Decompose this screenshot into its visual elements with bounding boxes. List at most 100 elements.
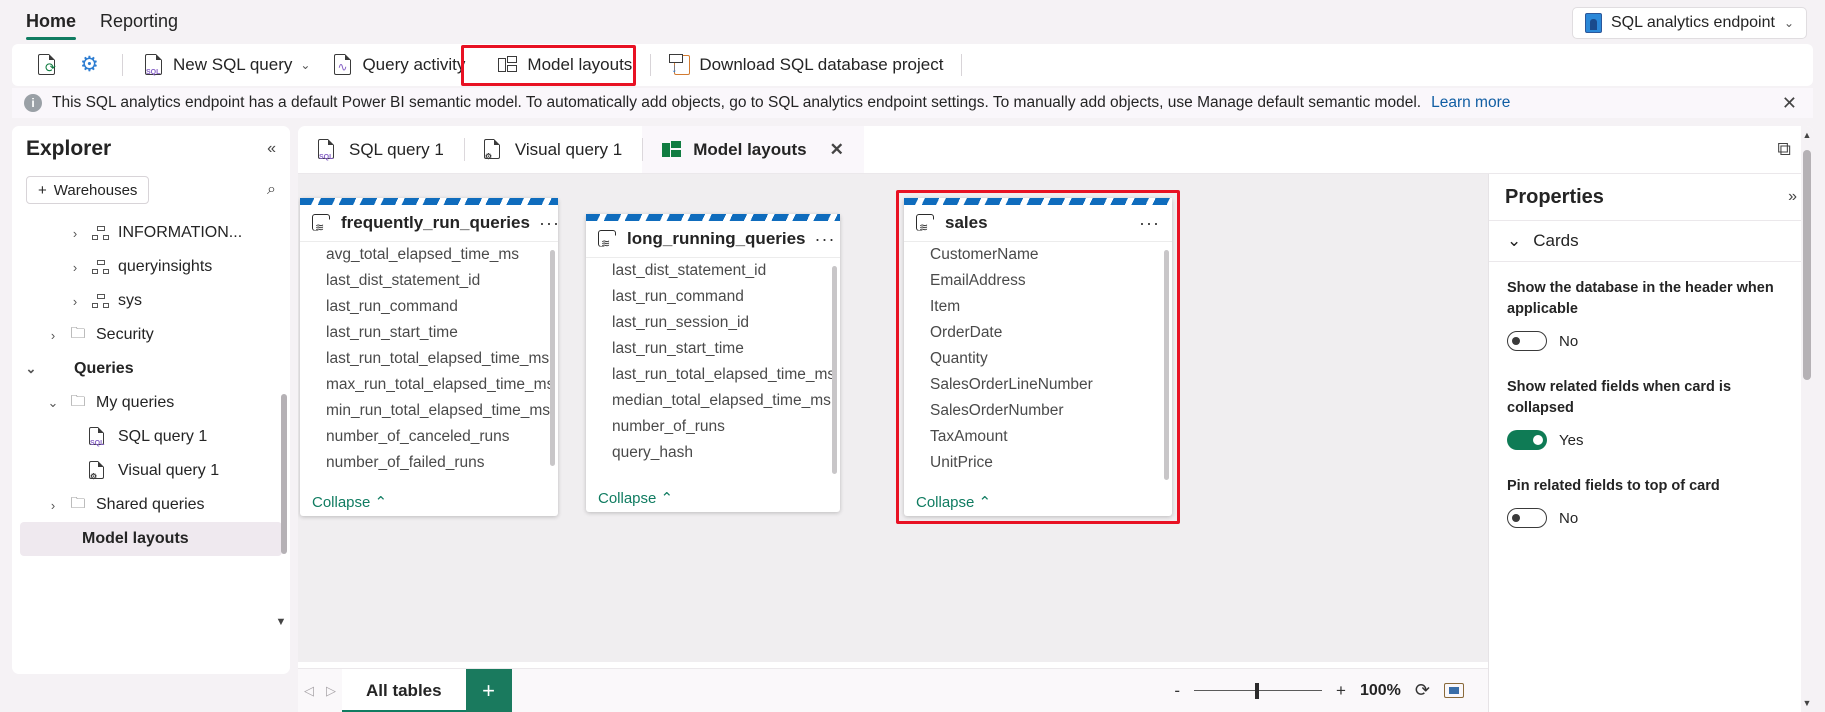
chevron-icon[interactable]: › xyxy=(68,260,82,275)
editor-tab-sql-query-1[interactable]: SQL SQL query 1 xyxy=(298,126,464,173)
chevron-icon[interactable]: ⌄ xyxy=(24,361,38,377)
copy-icon[interactable]: ⧉ xyxy=(1777,139,1791,161)
endpoint-selector[interactable]: SQL analytics endpoint ⌄ xyxy=(1571,7,1807,39)
card-field-list[interactable]: last_dist_statement_id last_run_command la… xyxy=(586,257,840,484)
card-field[interactable]: min_run_total_elapsed_time_ms xyxy=(300,398,558,424)
explorer-item-information[interactable]: › INFORMATION... xyxy=(12,216,290,250)
card-field[interactable]: number_of_failed_runs xyxy=(300,450,558,476)
ribbon-tab-home[interactable]: Home xyxy=(14,0,88,46)
close-icon[interactable]: ✕ xyxy=(1778,93,1801,114)
card-field[interactable]: Item xyxy=(904,294,1172,320)
card-field[interactable]: query_hash xyxy=(586,440,840,466)
zoom-slider[interactable] xyxy=(1194,682,1323,699)
card-field[interactable]: last_run_session_id xyxy=(586,310,840,336)
download-sql-database-project-button[interactable]: ↓ Download SQL database project xyxy=(659,48,953,82)
ribbon-tab-reporting[interactable]: Reporting xyxy=(88,0,190,46)
card-field[interactable]: OrderDate xyxy=(904,320,1172,346)
explorer-scrollbar-thumb[interactable] xyxy=(281,394,287,554)
close-icon[interactable]: ✕ xyxy=(830,140,844,160)
collapse-panel-icon[interactable]: « xyxy=(267,140,276,158)
card-field[interactable]: last_run_total_elapsed_time_ms xyxy=(586,362,840,388)
card-collapse-link[interactable]: Collapse ⌃ xyxy=(916,493,991,511)
expand-panel-icon[interactable]: » xyxy=(1788,188,1797,206)
card-field-list[interactable]: CustomerName EmailAddress Item OrderDate Qua… xyxy=(904,241,1172,488)
explorer-item-queries[interactable]: ⌄ Queries xyxy=(12,352,290,386)
explorer-item-shared-queries[interactable]: › 🗀 Shared queries xyxy=(12,488,290,522)
table-card-frequently_run_queries[interactable]: ≋ frequently_run_queries ··· avg_total_elap… xyxy=(300,198,560,516)
chevron-icon[interactable]: › xyxy=(68,226,82,241)
explorer-item-my-queries[interactable]: ⌄ 🗀 My queries xyxy=(12,386,290,420)
card-field[interactable]: last_run_total_elapsed_time_ms xyxy=(300,346,558,372)
reset-icon[interactable]: ⟳ xyxy=(1415,680,1430,701)
card-field[interactable]: last_dist_statement_id xyxy=(586,258,840,284)
zoom-in-button[interactable]: + xyxy=(1336,681,1346,701)
card-scrollbar-thumb[interactable] xyxy=(550,250,555,466)
editor-right-scrollbar[interactable]: ▲ ▼ xyxy=(1801,126,1813,712)
next-sheet-icon[interactable]: ▷ xyxy=(320,683,342,699)
search-icon[interactable]: ⌕ xyxy=(267,181,276,199)
chevron-icon[interactable]: › xyxy=(46,498,60,513)
card-field[interactable]: last_run_command xyxy=(300,294,558,320)
toggle-switch[interactable] xyxy=(1507,508,1547,529)
card-field[interactable]: SalesOrderNumber xyxy=(904,398,1172,424)
card-field[interactable]: avg_total_elapsed_time_ms xyxy=(300,242,558,268)
settings-button[interactable]: ⚙ xyxy=(70,48,112,82)
add-sheet-button[interactable]: + xyxy=(465,668,512,712)
explorer-item-visual-query-1[interactable]: ⚙ Visual query 1 xyxy=(12,454,290,488)
new-sql-query-button[interactable]: SQL New SQL query ⌄ xyxy=(133,48,320,82)
previous-sheet-icon[interactable]: ◁ xyxy=(298,683,320,699)
scroll-up-icon[interactable]: ▲ xyxy=(1802,128,1812,142)
card-field[interactable]: number_of_canceled_runs xyxy=(300,424,558,450)
card-field[interactable]: UnitPrice xyxy=(904,450,1172,476)
card-more-options-icon[interactable]: ··· xyxy=(815,229,836,250)
card-scrollbar-thumb[interactable] xyxy=(832,266,837,474)
query-activity-button[interactable]: ∿ Query activity xyxy=(322,48,475,82)
fit-to-screen-icon[interactable] xyxy=(1444,683,1464,698)
chevron-icon[interactable]: › xyxy=(68,294,82,309)
table-card-sales[interactable]: ≋ sales ··· CustomerName EmailAddress Item Ord… xyxy=(904,198,1172,516)
schema-icon xyxy=(90,293,110,309)
toggle-switch[interactable] xyxy=(1507,430,1547,451)
card-field[interactable]: last_run_start_time xyxy=(300,320,558,346)
card-field[interactable]: last_run_command xyxy=(586,284,840,310)
explorer-item-security[interactable]: › 🗀 Security xyxy=(12,318,290,352)
explorer-item-queryinsights[interactable]: › queryinsights xyxy=(12,250,290,284)
explorer-item-sql-query-1[interactable]: SQL SQL query 1 xyxy=(12,420,290,454)
scroll-down-icon[interactable]: ▼ xyxy=(1802,696,1812,710)
add-warehouses-button[interactable]: + Warehouses xyxy=(26,176,150,204)
card-collapse-link[interactable]: Collapse ⌃ xyxy=(312,493,387,511)
card-scrollbar-thumb[interactable] xyxy=(1164,250,1169,480)
explorer-scroll-down-icon[interactable]: ▼ xyxy=(273,614,289,630)
toggle-switch[interactable] xyxy=(1507,331,1547,352)
card-field[interactable]: last_run_start_time xyxy=(586,336,840,362)
chevron-icon[interactable]: › xyxy=(46,328,60,343)
editor-tab-model-layouts[interactable]: Model layouts ✕ xyxy=(642,126,864,173)
card-field[interactable]: last_dist_statement_id xyxy=(300,268,558,294)
explorer-item-model-layouts[interactable]: Model layouts xyxy=(20,522,282,556)
card-field[interactable]: number_of_runs xyxy=(586,414,840,440)
chevron-icon[interactable]: ⌄ xyxy=(46,395,60,411)
learn-more-link[interactable]: Learn more xyxy=(1431,94,1510,112)
card-field[interactable]: Quantity xyxy=(904,346,1172,372)
model-layout-canvas[interactable]: ≋ frequently_run_queries ··· avg_total_elap… xyxy=(298,174,1488,662)
zoom-slider-knob[interactable] xyxy=(1255,682,1260,699)
card-field[interactable]: SalesOrderLineNumber xyxy=(904,372,1172,398)
sheet-tab-all-tables[interactable]: All tables xyxy=(342,668,466,712)
card-field[interactable]: TaxAmount xyxy=(904,424,1172,450)
editor-rail-thumb[interactable] xyxy=(1803,150,1811,380)
model-layouts-button[interactable]: Model layouts xyxy=(487,48,642,82)
card-collapse-link[interactable]: Collapse ⌃ xyxy=(598,489,673,507)
card-field[interactable]: median_total_elapsed_time_ms xyxy=(586,388,840,414)
card-field[interactable]: EmailAddress xyxy=(904,268,1172,294)
card-field-list[interactable]: avg_total_elapsed_time_ms last_dist_state… xyxy=(300,241,558,488)
zoom-out-button[interactable]: - xyxy=(1174,681,1180,701)
table-card-long_running_queries[interactable]: ≋ long_running_queries ··· last_dist_statem… xyxy=(586,214,840,512)
card-field[interactable]: max_run_total_elapsed_time_ms xyxy=(300,372,558,398)
refresh-button[interactable]: ⟳ xyxy=(26,48,68,82)
properties-section-cards[interactable]: ⌄ Cards xyxy=(1489,220,1813,262)
card-more-options-icon[interactable]: ··· xyxy=(539,213,560,234)
explorer-item-sys[interactable]: › sys xyxy=(12,284,290,318)
card-field[interactable]: CustomerName xyxy=(904,242,1172,268)
editor-tab-visual-query-1[interactable]: ⚙ Visual query 1 xyxy=(463,126,642,173)
card-more-options-icon[interactable]: ··· xyxy=(1139,213,1160,234)
